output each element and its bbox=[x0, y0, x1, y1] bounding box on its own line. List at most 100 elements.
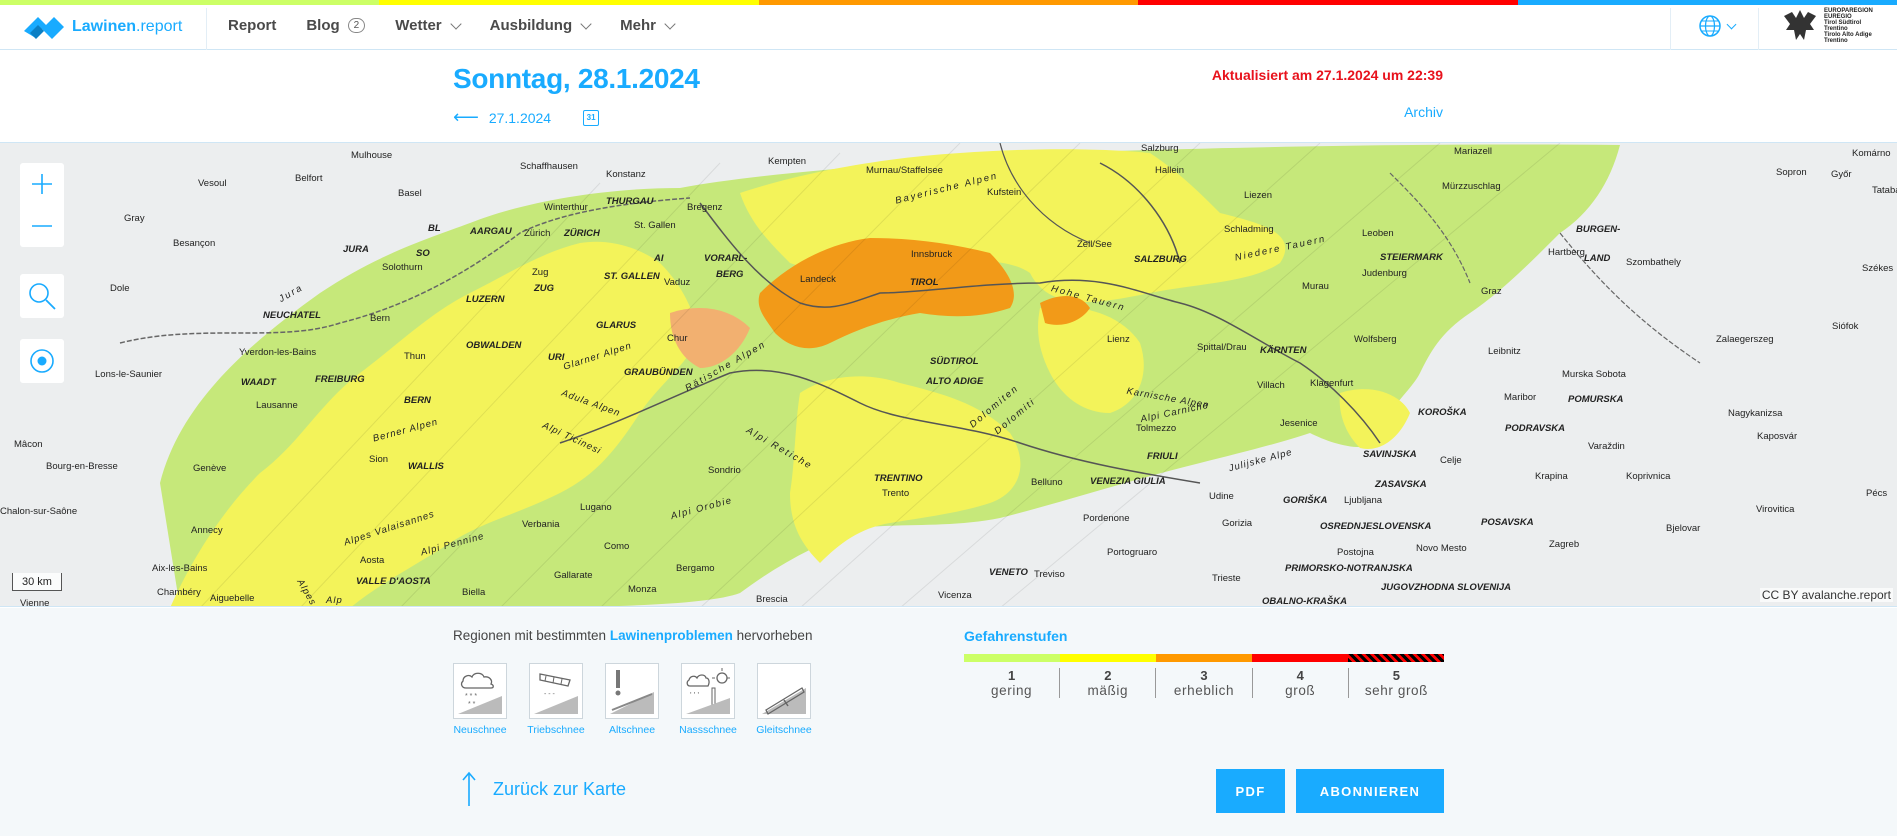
map-label: Brescia bbox=[756, 594, 788, 605]
pdf-button[interactable]: PDF bbox=[1216, 769, 1285, 813]
nav-blog[interactable]: Blog 2 bbox=[306, 17, 366, 34]
header-divider bbox=[1758, 8, 1759, 50]
map-label: Biella bbox=[462, 587, 486, 598]
nav-wetter[interactable]: Wetter bbox=[395, 17, 462, 34]
map-label: Villach bbox=[1257, 380, 1285, 391]
problem-persistent-weak-layer[interactable]: Altschnee bbox=[605, 663, 659, 736]
problem-wind-slab[interactable]: - - - Triebschnee bbox=[527, 663, 585, 736]
map-label: AARGAU bbox=[470, 226, 512, 237]
zoom-out-button[interactable] bbox=[20, 205, 64, 247]
map-label: Gray bbox=[124, 213, 145, 224]
language-selector[interactable] bbox=[1698, 14, 1737, 38]
zoom-controls bbox=[20, 163, 64, 247]
problem-wet-snow[interactable]: ' ' ' Nassschnee bbox=[679, 663, 737, 736]
map-label: Lugano bbox=[580, 502, 612, 513]
map-label: Sion bbox=[369, 454, 389, 465]
archive-link[interactable]: Archiv bbox=[1404, 104, 1443, 120]
map-label: TRENTINO bbox=[874, 473, 923, 484]
gliding-snow-icon bbox=[757, 663, 811, 719]
danger-levels: 1 gering 2 mäßig 3 erheblich 4 groß 5 sehr gr… bbox=[964, 668, 1444, 698]
map-label: Hallein bbox=[1155, 165, 1185, 176]
map-label: Murau bbox=[1302, 281, 1329, 292]
report-date-block: Sonntag, 28.1.2024 ⟵ 27.1.2024 31 bbox=[453, 63, 700, 128]
map-label: NEUCHATEL bbox=[263, 310, 321, 321]
map-label: ST. GALLEN bbox=[604, 271, 660, 282]
header-divider bbox=[206, 8, 207, 50]
danger-scale-title: Gefahrenstufen bbox=[964, 628, 1068, 644]
nav-mehr[interactable]: Mehr bbox=[620, 17, 676, 34]
map-label: Judenburg bbox=[1362, 268, 1407, 279]
danger-level-1-swatch bbox=[964, 654, 1060, 662]
map-label: Bjelovar bbox=[1666, 523, 1701, 534]
map-label: OBWALDEN bbox=[466, 340, 522, 351]
nav-ausbildung[interactable]: Ausbildung bbox=[490, 17, 592, 34]
plus-icon bbox=[32, 174, 52, 194]
map-label: Postojna bbox=[1337, 547, 1374, 558]
nav-report[interactable]: Report bbox=[228, 17, 276, 34]
map-attribution[interactable]: CC BY avalanche.report bbox=[1759, 588, 1893, 602]
map-label: Bergamo bbox=[676, 563, 715, 574]
map-scale: 30 km bbox=[12, 573, 62, 591]
report-date-title: Sonntag, 28.1.2024 bbox=[453, 63, 700, 94]
calendar-icon[interactable]: 31 bbox=[583, 109, 600, 126]
map-label: Vaduz bbox=[664, 277, 691, 288]
map-label: Varaždin bbox=[1588, 441, 1625, 452]
map-label: KÄRNTEN bbox=[1260, 345, 1307, 356]
previous-date-label: 27.1.2024 bbox=[488, 109, 552, 126]
map-label: Koprivnica bbox=[1626, 471, 1671, 482]
map-label: Yverdon-les-Bains bbox=[239, 347, 317, 358]
map-label: Verbania bbox=[522, 519, 560, 530]
problem-new-snow[interactable]: * * * * * Neuschnee bbox=[453, 663, 507, 736]
map-label: Annecy bbox=[191, 525, 223, 536]
map-label: Trieste bbox=[1212, 573, 1241, 584]
map-label: Mürzzuschlag bbox=[1442, 181, 1501, 192]
main-nav: Report Blog 2 Wetter Ausbildung Mehr bbox=[228, 17, 704, 34]
map-label: PRIMORSKO-NOTRANJSKA bbox=[1285, 563, 1413, 574]
map-label: Sopron bbox=[1776, 167, 1807, 178]
avalanche-map[interactable]: Mulhouse Belfort Vesoul Basel Schaffhaus… bbox=[0, 142, 1897, 607]
map-label: Thun bbox=[404, 351, 426, 362]
map-label: Gallarate bbox=[554, 570, 593, 581]
map-label: Komárno bbox=[1852, 148, 1891, 159]
subscribe-button[interactable]: ABONNIEREN bbox=[1296, 769, 1444, 813]
map-label: ALTO ADIGE bbox=[926, 376, 984, 387]
map-label: Innsbruck bbox=[911, 249, 953, 260]
svg-text:* * *: * * * bbox=[465, 693, 477, 700]
previous-day-link[interactable]: ⟵ 27.1.2024 bbox=[453, 107, 551, 128]
map-label: THURGAU bbox=[606, 196, 654, 207]
map-label: Belluno bbox=[1031, 477, 1063, 488]
map-label: BERN bbox=[404, 395, 431, 406]
map-label: Zürich bbox=[524, 228, 551, 239]
locate-icon bbox=[30, 349, 54, 373]
map-label: Treviso bbox=[1034, 569, 1065, 580]
map-label: Lausanne bbox=[256, 400, 298, 411]
map-label: Lienz bbox=[1107, 334, 1130, 345]
zoom-in-button[interactable] bbox=[20, 163, 64, 205]
updated-timestamp: Aktualisiert am 27.1.2024 um 22:39 bbox=[1211, 67, 1443, 83]
map-label: Leibnitz bbox=[1488, 346, 1521, 357]
map-search-button[interactable] bbox=[20, 274, 64, 318]
problem-gliding-snow[interactable]: Gleitschnee bbox=[756, 663, 812, 736]
map-label: Schladming bbox=[1224, 224, 1274, 235]
map-label: Ljubljana bbox=[1344, 495, 1383, 506]
map-label: Liezen bbox=[1244, 190, 1272, 201]
danger-level-3-swatch bbox=[1156, 654, 1252, 662]
color-strip bbox=[0, 0, 1897, 5]
logo-mark-icon bbox=[24, 17, 64, 39]
map-label: Vicenza bbox=[938, 590, 972, 601]
map-label: Mariazell bbox=[1454, 146, 1493, 157]
danger-level-5-swatch bbox=[1348, 654, 1444, 662]
map-label: Leoben bbox=[1362, 228, 1394, 239]
euregio-logo[interactable]: EUROPAREGION EUREGIO Tirol Südtirol Tren… bbox=[1780, 8, 1886, 44]
locate-me-button[interactable] bbox=[20, 339, 64, 383]
map-label: Chambéry bbox=[157, 587, 201, 598]
map-label: Zalaegerszeg bbox=[1716, 334, 1774, 345]
problem-label: Triebschnee bbox=[527, 724, 585, 736]
map-label: Győr bbox=[1831, 169, 1852, 180]
map-label: Trento bbox=[882, 488, 910, 499]
map-label: Kempten bbox=[768, 156, 807, 167]
map-label: Como bbox=[604, 541, 630, 552]
back-to-map-link[interactable]: Zurück zur Karte bbox=[461, 771, 626, 807]
site-logo[interactable]: Lawinen.report bbox=[24, 12, 182, 42]
map-label: Vienne bbox=[20, 598, 50, 607]
